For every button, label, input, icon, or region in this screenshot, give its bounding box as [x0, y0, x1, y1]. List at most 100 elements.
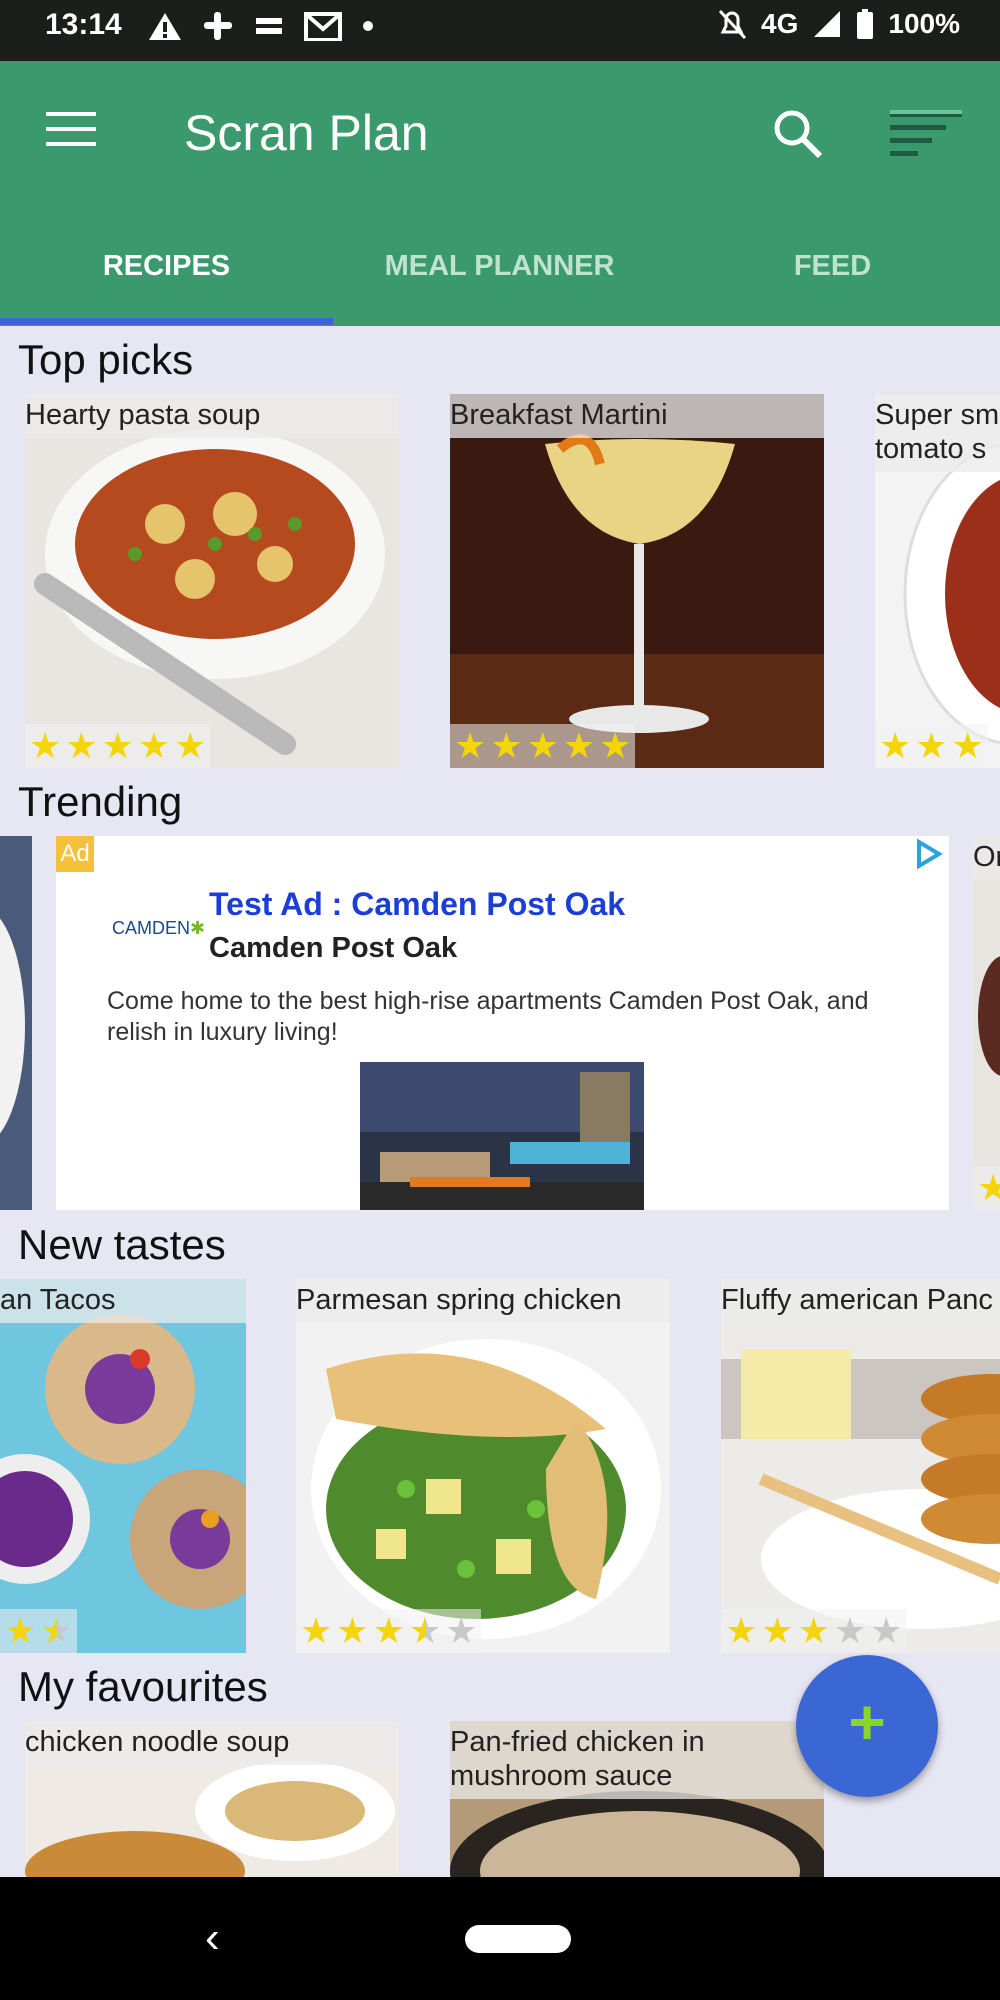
section-title-my-favourites: My favourites: [18, 1663, 268, 1710]
star-icon: ★: [65, 725, 98, 766]
warning-icon: [149, 13, 181, 40]
star-icon: ★: [174, 725, 207, 766]
recipe-card[interactable]: Or ★: [973, 836, 1000, 1210]
app-title: Scran Plan: [184, 105, 429, 161]
recipe-image: [721, 1279, 1000, 1653]
star-icon: ★: [915, 725, 948, 766]
system-icons: 4G 100%: [717, 8, 960, 40]
battery-level: 100%: [888, 8, 960, 39]
plus-icon: +: [848, 1686, 886, 1758]
bbc-news-icon: [256, 18, 282, 34]
star-icon: ★: [372, 1610, 405, 1651]
signal-icon: [814, 11, 841, 37]
tab-bar: RECIPES MEAL PLANNER FEED: [0, 230, 1000, 326]
tab-meal-planner[interactable]: MEAL PLANNER: [333, 230, 666, 326]
star-icon: ★: [870, 1610, 903, 1651]
star-rating: ★ ★ ★ ★ ★: [25, 724, 211, 768]
recipe-image: [450, 394, 824, 768]
bell-off-icon: [718, 9, 747, 40]
star-icon: ★: [454, 725, 487, 766]
recipe-image: [0, 1279, 246, 1653]
adchoices-icon[interactable]: [909, 836, 949, 872]
status-time: 13:14: [45, 8, 122, 41]
ad-body-text: Come home to the best high-rise apartmen…: [107, 987, 869, 1046]
recipe-title: Pan-fried chicken in mushroom sauce: [450, 1721, 824, 1799]
recipe-title: Fluffy american Panc: [721, 1279, 1000, 1323]
star-icon: ★: [490, 725, 523, 766]
recipe-card[interactable]: Parmesan spring chicken ★ ★ ★ ★ ★: [296, 1279, 670, 1653]
ad-banner[interactable]: Ad CAMDEN✱ Test Ad : Camden Post Oak Cam…: [56, 836, 949, 1210]
recipe-card[interactable]: Hearty pasta soup ★ ★ ★ ★ ★: [25, 394, 399, 768]
star-rating: ★ ★ ★ ★ ★: [721, 1609, 907, 1653]
recipe-title: an Tacos: [0, 1279, 246, 1323]
star-icon: ★: [599, 725, 632, 766]
star-icon: ★: [761, 1610, 794, 1651]
star-icon: ★: [137, 725, 171, 766]
ad-advertiser: Camden Post Oak: [209, 932, 458, 964]
section-title-trending: Trending: [18, 778, 183, 825]
star-icon: ★: [562, 725, 596, 766]
ad-image: [360, 1062, 644, 1210]
star-icon: ★: [336, 1610, 369, 1651]
ad-badge: Ad: [56, 836, 94, 872]
recipe-title: chicken noodle soup: [25, 1721, 399, 1765]
star-icon: ★: [797, 1610, 830, 1651]
logo-text: CAMDEN: [112, 918, 191, 938]
advertiser-logo: CAMDEN✱: [112, 918, 206, 938]
star-half-icon: ★: [40, 1610, 73, 1651]
star-icon: ★: [29, 725, 62, 766]
star-icon: ★: [526, 725, 559, 766]
recipe-title: Or: [973, 836, 1000, 880]
star-icon: ★: [833, 1610, 867, 1651]
status-bar: 13:14 4G 100%: [0, 0, 1000, 61]
recipe-card[interactable]: Super sm tomato s ★ ★ ★: [875, 394, 1000, 768]
star-rating: ★ ★ ★: [875, 724, 988, 768]
recipe-card[interactable]: Fluffy american Panc ★ ★ ★ ★ ★: [721, 1279, 1000, 1653]
recipe-card[interactable]: [0, 836, 32, 1210]
star-rating: ★: [973, 1166, 1000, 1210]
star-icon: ★: [445, 1610, 478, 1651]
menu-button[interactable]: [46, 112, 96, 148]
search-icon[interactable]: [768, 104, 828, 164]
star-icon: ★: [4, 1610, 37, 1651]
add-recipe-button[interactable]: +: [796, 1655, 938, 1797]
recipe-title: Hearty pasta soup: [25, 394, 399, 438]
tab-indicator: [0, 318, 333, 325]
recipe-card[interactable]: an Tacos ★ ★: [0, 1279, 246, 1653]
star-icon: ★: [300, 1610, 333, 1651]
recipe-image: [296, 1279, 670, 1653]
recipe-title: Breakfast Martini: [450, 394, 824, 438]
star-rating: ★ ★ ★ ★ ★: [450, 724, 636, 768]
star-icon: ★: [951, 725, 984, 766]
star-icon: ★: [725, 1610, 758, 1651]
system-nav-bar: ‹: [0, 1877, 1000, 2000]
dot-icon: [363, 21, 373, 31]
section-title-top-picks: Top picks: [18, 336, 194, 383]
recipe-image: [973, 836, 1000, 1210]
notification-icons: [148, 10, 374, 42]
star-icon: ★: [879, 725, 912, 766]
star-icon: ★: [977, 1167, 1000, 1208]
sort-icon[interactable]: [890, 108, 965, 158]
recipe-image: [25, 394, 399, 768]
recipe-image: [0, 836, 32, 1210]
recipe-title: Parmesan spring chicken: [296, 1279, 670, 1323]
recipe-card[interactable]: Pan-fried chicken in mushroom sauce: [450, 1721, 824, 1877]
recipe-title: Super sm tomato s: [875, 394, 1000, 472]
ad-headline[interactable]: Test Ad : Camden Post Oak: [209, 886, 625, 923]
star-icon: ★: [101, 725, 134, 766]
gmail-icon: [304, 12, 342, 41]
recipe-card[interactable]: Breakfast Martini ★ ★ ★ ★ ★: [450, 394, 824, 768]
tab-feed[interactable]: FEED: [666, 230, 999, 326]
tab-recipes[interactable]: RECIPES: [0, 230, 333, 326]
slack-icon: [204, 12, 232, 40]
recipe-card[interactable]: chicken noodle soup: [25, 1721, 399, 1877]
star-half-icon: ★: [408, 1610, 442, 1651]
section-title-new-tastes: New tastes: [18, 1221, 226, 1268]
back-icon[interactable]: ‹: [205, 1913, 220, 1963]
star-rating: ★ ★: [0, 1609, 77, 1653]
star-rating: ★ ★ ★ ★ ★: [296, 1609, 482, 1653]
network-type: 4G: [761, 8, 799, 39]
home-pill-button[interactable]: [465, 1925, 571, 1953]
battery-icon: [857, 9, 874, 39]
